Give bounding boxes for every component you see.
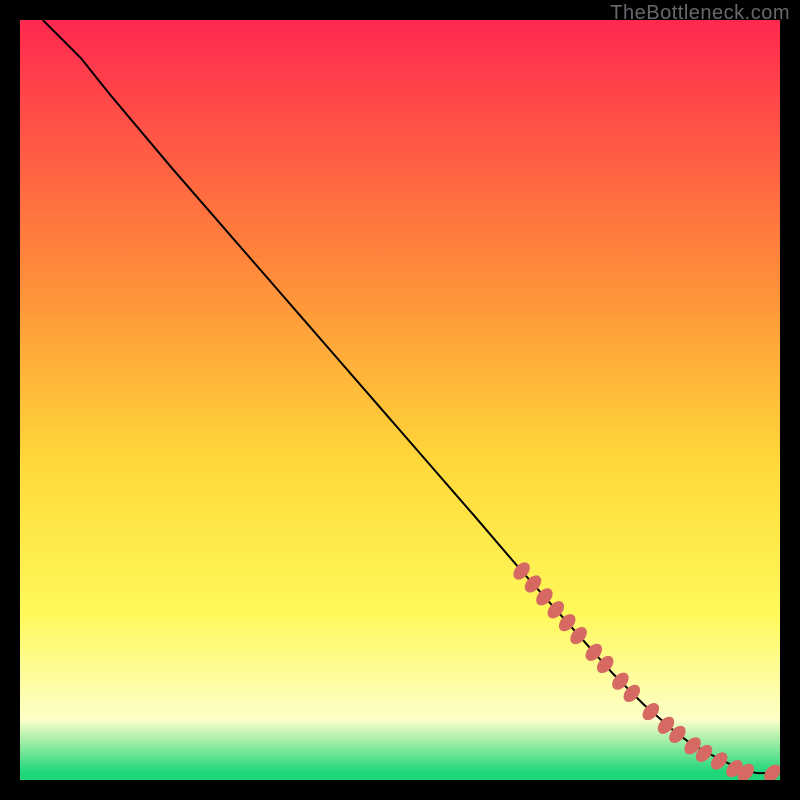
chart-stage: TheBottleneck.com <box>0 0 800 800</box>
watermark-text: TheBottleneck.com <box>610 2 790 25</box>
plot-area <box>20 20 780 780</box>
plot-svg <box>20 20 780 780</box>
gradient-background <box>20 20 780 780</box>
